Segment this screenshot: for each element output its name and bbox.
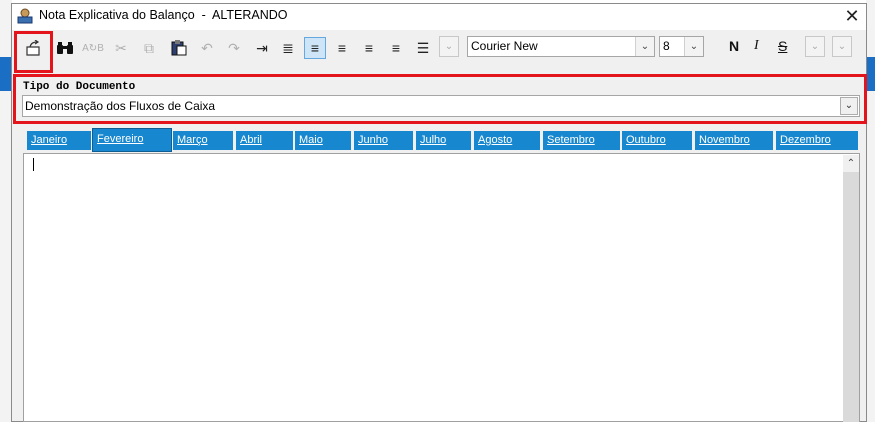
redo-button[interactable]: ↷ xyxy=(224,38,244,58)
vertical-scrollbar[interactable] xyxy=(843,155,859,422)
bullets-button[interactable]: ☰ xyxy=(413,38,433,58)
redo-icon: ↷ xyxy=(228,39,240,56)
style-dropdown[interactable]: ⌄ xyxy=(439,36,459,57)
replace-button[interactable]: A↻B xyxy=(82,38,104,58)
copy-button[interactable]: ⧉ xyxy=(139,38,159,58)
chevron-down-icon[interactable]: ⌄ xyxy=(840,97,858,115)
align-right-button[interactable]: ≡ xyxy=(359,38,379,58)
align-justify-button[interactable]: ≡ xyxy=(386,38,406,58)
paste-icon xyxy=(171,40,187,56)
color-dropdown[interactable]: ⌄ xyxy=(805,36,825,57)
indent-icon: ⇥ xyxy=(256,39,268,56)
bold-button[interactable]: N xyxy=(729,38,739,54)
font-name-value: Courier New xyxy=(471,39,538,53)
paste-button[interactable] xyxy=(169,38,189,58)
font-size-value: 8 xyxy=(663,39,670,53)
tab-setembro[interactable]: Setembro xyxy=(543,131,620,150)
window-title: Nota Explicativa do Balanço - ALTERANDO xyxy=(39,8,288,22)
document-type-value: Demonstração dos Fluxos de Caixa xyxy=(25,99,216,113)
strikethrough-button[interactable]: S xyxy=(778,38,787,54)
undo-icon: ↶ xyxy=(201,39,213,56)
tab-janeiro[interactable]: Janeiro xyxy=(27,131,91,150)
cut-button[interactable]: ✂ xyxy=(111,38,131,58)
tab-julho[interactable]: Julho xyxy=(416,131,471,150)
find-button[interactable] xyxy=(55,38,75,58)
tab-junho[interactable]: Junho xyxy=(354,131,413,150)
justify-button[interactable]: ≣ xyxy=(278,38,298,58)
undo-button[interactable]: ↶ xyxy=(197,38,217,58)
tab-abril[interactable]: Abril xyxy=(236,131,293,150)
chevron-down-icon: ⌄ xyxy=(837,41,847,52)
cut-icon: ✂ xyxy=(115,39,127,56)
italic-button[interactable]: I xyxy=(754,38,759,54)
tab-novembro[interactable]: Novembro xyxy=(695,131,773,150)
tab-dezembro[interactable]: Dezembro xyxy=(776,131,858,150)
close-button[interactable]: ✕ xyxy=(838,4,866,28)
indent-button[interactable]: ⇥ xyxy=(252,38,272,58)
text-editor[interactable] xyxy=(23,153,860,422)
app-icon xyxy=(16,8,34,24)
tab-outubro[interactable]: Outubro xyxy=(622,131,692,150)
document-type-select[interactable]: Demonstração dos Fluxos de Caixa ⌄ xyxy=(22,95,860,117)
align-right-icon: ≡ xyxy=(364,40,374,56)
align-left-icon: ≡ xyxy=(310,40,320,56)
replace-icon: A↻B xyxy=(82,42,104,54)
font-name-select[interactable]: Courier New ⌄ xyxy=(467,36,655,57)
align-center-button[interactable]: ≡ xyxy=(332,38,352,58)
chevron-up-icon: ⌃ xyxy=(846,158,856,169)
binoculars-icon xyxy=(57,42,73,54)
align-justify-icon: ≡ xyxy=(391,40,401,56)
chevron-down-icon: ⌄ xyxy=(810,41,820,52)
justify-icon: ≣ xyxy=(282,39,294,56)
exit-button[interactable] xyxy=(24,38,44,58)
font-size-select[interactable]: 8 ⌄ xyxy=(659,36,704,57)
document-type-label: Tipo do Documento xyxy=(23,81,136,93)
tab-marco[interactable]: Março xyxy=(173,131,233,150)
align-left-button[interactable]: ≡ xyxy=(304,37,326,59)
bullets-icon: ☰ xyxy=(416,39,430,56)
chevron-down-icon[interactable]: ⌄ xyxy=(635,37,654,56)
tab-fevereiro[interactable]: Fevereiro xyxy=(92,128,172,152)
chevron-down-icon: ⌄ xyxy=(444,41,454,52)
chevron-down-icon[interactable]: ⌄ xyxy=(684,37,703,56)
highlight-dropdown[interactable]: ⌄ xyxy=(832,36,852,57)
scroll-up-button[interactable]: ⌃ xyxy=(843,155,859,172)
background-window-fragment-right xyxy=(866,57,875,91)
tab-agosto[interactable]: Agosto xyxy=(474,131,540,150)
copy-icon: ⧉ xyxy=(144,39,154,56)
background-window-fragment-left xyxy=(0,57,11,91)
align-center-icon: ≡ xyxy=(337,40,347,56)
tab-maio[interactable]: Maio xyxy=(295,131,351,150)
text-caret xyxy=(33,158,34,171)
exit-icon xyxy=(26,40,40,56)
